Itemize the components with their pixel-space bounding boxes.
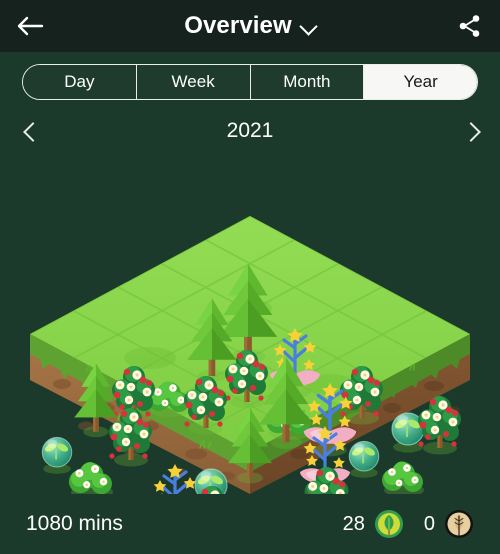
tab-month[interactable]: Month [250,65,365,99]
tab-week[interactable]: Week [136,65,251,99]
tab-day[interactable]: Day [23,65,137,99]
range-tabbar: Day Week Month Year [22,64,478,100]
overview-screen: Overview Day Week Month Year 2021 1080 m… [0,0,500,554]
share-button[interactable] [440,0,500,52]
title-dropdown[interactable]: Overview [60,12,440,40]
healthy-tree-count: 28 [342,512,365,535]
app-header: Overview [0,0,500,52]
back-arrow-icon [17,16,44,36]
chevron-down-icon [301,19,316,34]
next-period-button[interactable] [438,106,500,156]
share-icon [459,15,480,37]
prev-period-button[interactable] [0,106,62,156]
green-leaf-badge-icon [374,510,403,538]
period-label: 2021 [226,119,274,142]
withered-tree-stat: 0 [424,509,474,539]
stats-footer: 1080 mins 28 0 [0,494,500,554]
healthy-tree-stat: 28 [343,509,404,539]
tab-year[interactable]: Year [364,65,477,99]
back-button[interactable] [0,0,60,52]
total-time-label: 1080 mins [26,512,123,535]
chevron-right-icon [461,123,478,140]
page-title: Overview [184,12,292,39]
period-navigator: 2021 [0,106,500,156]
forest-scene[interactable] [0,158,500,494]
chevron-left-icon [23,123,40,140]
isometric-island [30,216,470,494]
withered-tree-count: 0 [423,512,435,535]
withered-leaf-badge-icon [445,510,473,538]
